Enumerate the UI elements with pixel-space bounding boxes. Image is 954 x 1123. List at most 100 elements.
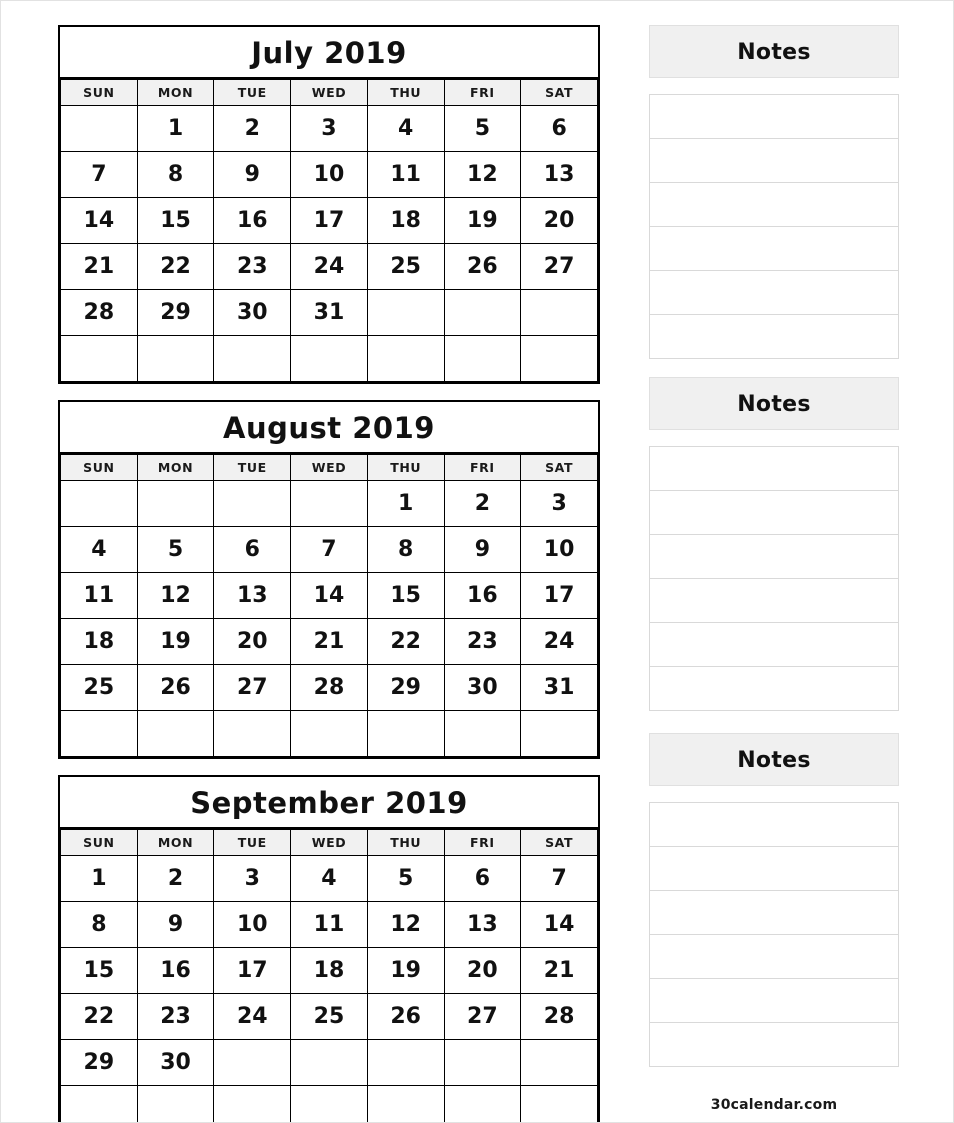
- day-cell[interactable]: 24: [290, 243, 368, 290]
- day-cell[interactable]: 28: [290, 664, 368, 711]
- day-cell[interactable]: 18: [290, 947, 368, 994]
- day-cell[interactable]: 9: [213, 151, 292, 198]
- day-cell[interactable]: 2: [213, 105, 292, 152]
- day-cell[interactable]: 5: [136, 526, 215, 573]
- day-cell[interactable]: 22: [136, 243, 215, 290]
- day-cell[interactable]: 3: [213, 855, 292, 902]
- day-cell[interactable]: 4: [366, 105, 445, 152]
- notes-line[interactable]: [650, 139, 898, 183]
- day-cell[interactable]: 17: [213, 947, 292, 994]
- day-cell[interactable]: 30: [213, 289, 292, 336]
- day-cell[interactable]: 18: [60, 618, 138, 665]
- day-cell[interactable]: 20: [443, 947, 522, 994]
- notes-line[interactable]: [650, 535, 898, 579]
- notes-line[interactable]: [650, 579, 898, 623]
- day-cell[interactable]: 18: [366, 197, 445, 244]
- day-cell[interactable]: 1: [136, 105, 215, 152]
- notes-lines-2[interactable]: [649, 446, 899, 711]
- day-cell[interactable]: 13: [443, 901, 522, 948]
- day-cell[interactable]: 2: [443, 480, 522, 527]
- day-cell[interactable]: 16: [443, 572, 522, 619]
- day-cell[interactable]: 25: [366, 243, 445, 290]
- day-cell[interactable]: 1: [60, 855, 138, 902]
- day-cell[interactable]: 24: [520, 618, 598, 665]
- day-cell[interactable]: 23: [213, 243, 292, 290]
- day-cell[interactable]: 27: [520, 243, 598, 290]
- day-cell[interactable]: 9: [136, 901, 215, 948]
- notes-line[interactable]: [650, 891, 898, 935]
- day-cell[interactable]: 25: [290, 993, 368, 1040]
- day-cell[interactable]: 27: [443, 993, 522, 1040]
- notes-line[interactable]: [650, 271, 898, 315]
- notes-line[interactable]: [650, 447, 898, 491]
- day-cell[interactable]: 16: [136, 947, 215, 994]
- day-cell[interactable]: 19: [136, 618, 215, 665]
- day-cell[interactable]: 28: [60, 289, 138, 336]
- day-cell[interactable]: 21: [520, 947, 598, 994]
- day-cell[interactable]: 29: [60, 1039, 138, 1086]
- day-cell[interactable]: 5: [366, 855, 445, 902]
- day-cell[interactable]: 19: [443, 197, 522, 244]
- day-cell[interactable]: 17: [520, 572, 598, 619]
- day-cell[interactable]: 20: [213, 618, 292, 665]
- day-cell[interactable]: 16: [213, 197, 292, 244]
- day-cell[interactable]: 4: [60, 526, 138, 573]
- day-cell[interactable]: 5: [443, 105, 522, 152]
- notes-line[interactable]: [650, 227, 898, 271]
- day-cell[interactable]: 8: [366, 526, 445, 573]
- day-cell[interactable]: 20: [520, 197, 598, 244]
- day-cell[interactable]: 22: [60, 993, 138, 1040]
- day-cell[interactable]: 12: [443, 151, 522, 198]
- day-cell[interactable]: 17: [290, 197, 368, 244]
- notes-lines-3[interactable]: [649, 802, 899, 1067]
- day-cell[interactable]: 14: [60, 197, 138, 244]
- day-cell[interactable]: 10: [290, 151, 368, 198]
- day-cell[interactable]: 24: [213, 993, 292, 1040]
- day-cell[interactable]: 21: [290, 618, 368, 665]
- day-cell[interactable]: 1: [366, 480, 445, 527]
- day-cell[interactable]: 14: [290, 572, 368, 619]
- day-cell[interactable]: 30: [443, 664, 522, 711]
- day-cell[interactable]: 7: [60, 151, 138, 198]
- day-cell[interactable]: 7: [290, 526, 368, 573]
- day-cell[interactable]: 15: [60, 947, 138, 994]
- day-cell[interactable]: 12: [136, 572, 215, 619]
- day-cell[interactable]: 29: [136, 289, 215, 336]
- notes-line[interactable]: [650, 183, 898, 227]
- day-cell[interactable]: 14: [520, 901, 598, 948]
- day-cell[interactable]: 11: [366, 151, 445, 198]
- notes-line[interactable]: [650, 95, 898, 139]
- day-cell[interactable]: 26: [366, 993, 445, 1040]
- notes-line[interactable]: [650, 847, 898, 891]
- day-cell[interactable]: 6: [443, 855, 522, 902]
- day-cell[interactable]: 11: [290, 901, 368, 948]
- notes-line[interactable]: [650, 667, 898, 711]
- day-cell[interactable]: 13: [213, 572, 292, 619]
- notes-line[interactable]: [650, 803, 898, 847]
- day-cell[interactable]: 23: [443, 618, 522, 665]
- day-cell[interactable]: 8: [60, 901, 138, 948]
- day-cell[interactable]: 29: [366, 664, 445, 711]
- day-cell[interactable]: 2: [136, 855, 215, 902]
- day-cell[interactable]: 10: [520, 526, 598, 573]
- notes-line[interactable]: [650, 491, 898, 535]
- day-cell[interactable]: 26: [443, 243, 522, 290]
- day-cell[interactable]: 3: [290, 105, 368, 152]
- notes-line[interactable]: [650, 935, 898, 979]
- day-cell[interactable]: 15: [366, 572, 445, 619]
- day-cell[interactable]: 7: [520, 855, 598, 902]
- day-cell[interactable]: 6: [520, 105, 598, 152]
- day-cell[interactable]: 3: [520, 480, 598, 527]
- day-cell[interactable]: 31: [520, 664, 598, 711]
- day-cell[interactable]: 28: [520, 993, 598, 1040]
- notes-line[interactable]: [650, 979, 898, 1023]
- day-cell[interactable]: 13: [520, 151, 598, 198]
- day-cell[interactable]: 22: [366, 618, 445, 665]
- day-cell[interactable]: 26: [136, 664, 215, 711]
- day-cell[interactable]: 4: [290, 855, 368, 902]
- day-cell[interactable]: 21: [60, 243, 138, 290]
- day-cell[interactable]: 6: [213, 526, 292, 573]
- day-cell[interactable]: 9: [443, 526, 522, 573]
- day-cell[interactable]: 12: [366, 901, 445, 948]
- day-cell[interactable]: 19: [366, 947, 445, 994]
